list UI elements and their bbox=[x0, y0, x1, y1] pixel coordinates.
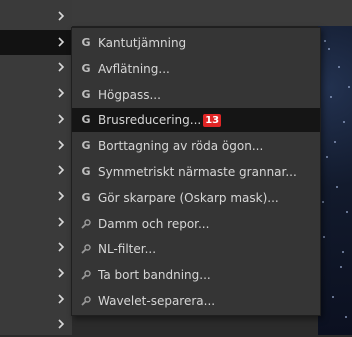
parent-menu-item[interactable] bbox=[0, 107, 72, 132]
menu-item-label: Damm och repor... bbox=[98, 216, 210, 231]
menu-item[interactable]: Damm och repor... bbox=[72, 212, 320, 236]
gegl-icon: G bbox=[81, 87, 91, 101]
parent-menu-item[interactable] bbox=[0, 312, 72, 337]
gegl-icon: G bbox=[81, 190, 91, 204]
parent-menu-item[interactable] bbox=[0, 184, 72, 209]
parent-menu-item[interactable] bbox=[0, 55, 72, 80]
parent-menu-item[interactable] bbox=[0, 133, 72, 158]
image-canvas[interactable] bbox=[318, 26, 352, 335]
chevron-right-icon bbox=[55, 293, 67, 305]
menu-item-label: Gör skarpare (Oskarp mask)... bbox=[98, 190, 279, 205]
star bbox=[326, 156, 328, 158]
menu-item-label: NL-filter... bbox=[98, 242, 157, 257]
star bbox=[324, 40, 326, 42]
step-badge: 13 bbox=[203, 114, 222, 128]
menu-item[interactable]: G Brusreducering... 13 bbox=[72, 108, 320, 133]
plugin-icon bbox=[79, 242, 93, 256]
gegl-icon: G bbox=[81, 139, 91, 153]
plugin-icon bbox=[79, 268, 93, 282]
menu-item-label: Kantutjämning bbox=[98, 36, 187, 50]
plugin-icon bbox=[79, 217, 93, 231]
gegl-icon: G bbox=[81, 36, 91, 49]
parent-menu-item[interactable] bbox=[0, 4, 72, 29]
menu-item-label: Borttagning av röda ögon... bbox=[98, 139, 264, 154]
star bbox=[343, 121, 345, 123]
star bbox=[330, 96, 332, 98]
parent-menu-item[interactable] bbox=[0, 287, 72, 312]
chevron-right-icon bbox=[55, 61, 67, 73]
parent-menu-item[interactable] bbox=[0, 81, 72, 106]
menu-item[interactable]: G Avflätning... bbox=[72, 57, 320, 81]
chevron-right-icon bbox=[55, 267, 67, 279]
gegl-icon: G bbox=[81, 113, 91, 127]
menu-item[interactable]: G Högpass... bbox=[72, 83, 320, 107]
menu-item[interactable]: G Kantutjämning bbox=[72, 31, 320, 55]
parent-menu-item[interactable] bbox=[0, 261, 72, 286]
star bbox=[348, 86, 350, 88]
parent-menu bbox=[0, 0, 72, 335]
star bbox=[345, 316, 347, 318]
menu-item[interactable]: NL-filter... bbox=[72, 237, 320, 261]
canvas-header bbox=[72, 0, 352, 27]
star bbox=[322, 201, 324, 203]
gegl-icon: G bbox=[81, 165, 91, 178]
parent-menu-item[interactable] bbox=[0, 235, 72, 260]
star bbox=[346, 211, 348, 213]
chevron-right-icon bbox=[55, 36, 67, 48]
chevron-right-icon bbox=[55, 164, 67, 176]
star bbox=[334, 141, 336, 143]
chevron-right-icon bbox=[55, 241, 67, 253]
menu-item[interactable]: G Borttagning av röda ögon... bbox=[72, 134, 320, 158]
star bbox=[342, 251, 344, 253]
star bbox=[338, 66, 340, 68]
menu-item-label: Symmetriskt närmaste grannar... bbox=[98, 165, 297, 179]
menu-item[interactable]: Wavelet-separera... bbox=[72, 289, 320, 313]
parent-menu-item[interactable] bbox=[0, 29, 72, 55]
enhance-submenu: G Kantutjämning G Avflätning... G Högpass... G… bbox=[71, 27, 321, 316]
parent-menu-item[interactable] bbox=[0, 210, 72, 235]
menu-item[interactable]: G Symmetriskt närmaste grannar... bbox=[72, 160, 320, 184]
chevron-right-icon bbox=[55, 216, 67, 228]
menu-item-label: Högpass... bbox=[98, 87, 161, 102]
menu-item-label: Wavelet-separera... bbox=[98, 294, 216, 308]
star bbox=[332, 296, 334, 298]
gegl-icon: G bbox=[81, 61, 91, 75]
menu-item-label: Brusreducering... 13 bbox=[98, 113, 222, 128]
chevron-right-icon bbox=[55, 139, 67, 151]
chevron-right-icon bbox=[55, 87, 67, 99]
star bbox=[340, 266, 342, 268]
chevron-right-icon bbox=[55, 190, 67, 202]
star bbox=[323, 236, 325, 238]
chevron-right-icon bbox=[55, 318, 67, 330]
chevron-right-icon bbox=[55, 113, 67, 125]
star bbox=[328, 48, 330, 50]
menu-item[interactable]: G Gör skarpare (Oskarp mask)... bbox=[72, 186, 320, 210]
menu-item[interactable]: Ta bort bandning... bbox=[72, 263, 320, 287]
menu-item-label: Avflätning... bbox=[98, 61, 170, 76]
star bbox=[336, 186, 338, 188]
plugin-icon bbox=[79, 294, 93, 308]
chevron-right-icon bbox=[55, 10, 67, 22]
parent-menu-item[interactable] bbox=[0, 158, 72, 183]
menu-item-label: Ta bort bandning... bbox=[98, 268, 211, 283]
